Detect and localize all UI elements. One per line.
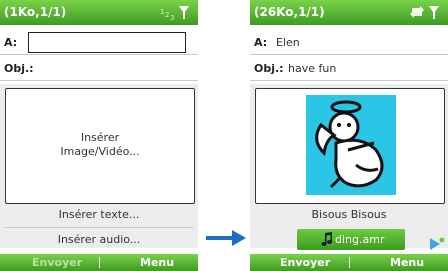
send-softkey[interactable]: Envoyer: [32, 256, 82, 269]
send-softkey[interactable]: Envoyer: [280, 256, 330, 269]
divider: [0, 54, 198, 55]
svg-text:3: 3: [170, 14, 174, 21]
svg-text:1: 1: [160, 8, 164, 16]
message-size-label: (26Ko,1/1): [254, 5, 325, 19]
softkey-bar: Envoyer Menu: [250, 254, 448, 271]
caption-text[interactable]: Bisous Bisous: [250, 208, 448, 221]
insert-media-label-2: Image/Vidéo...: [60, 145, 140, 158]
divider: [250, 80, 448, 81]
audio-filename: ding.amr: [335, 233, 385, 246]
music-note-icon: [321, 232, 333, 247]
next-slide-icon[interactable]: [428, 236, 446, 252]
softkey-divider: [349, 257, 350, 268]
svg-text:2: 2: [165, 11, 169, 19]
connection-icon: [410, 6, 424, 18]
angel-image: [306, 95, 396, 195]
to-field[interactable]: [28, 32, 186, 53]
signal-icon: [429, 6, 439, 19]
divider: [0, 80, 198, 81]
divider: [5, 227, 193, 228]
status-icons: [402, 3, 442, 25]
insert-audio-button[interactable]: Insérer audio...: [0, 233, 198, 246]
compose-screen-empty: (1Ko,1/1) 1 2 3 A: Obj.: Insérer Image/V…: [0, 0, 198, 271]
title-bar: (1Ko,1/1) 1 2 3: [0, 0, 198, 25]
input-mode-icon: 1 2 3: [160, 8, 174, 22]
to-label: A:: [254, 36, 268, 49]
subject-label: Obj.:: [4, 62, 34, 75]
softkey-bar: Envoyer Menu: [0, 254, 198, 271]
status-icons: 1 2 3: [152, 3, 192, 25]
message-size-label: (1Ko,1/1): [4, 5, 67, 19]
to-field[interactable]: Elen: [276, 36, 300, 49]
transition-arrow-icon: [206, 230, 246, 250]
slide-image-box[interactable]: [255, 88, 445, 204]
to-label: A:: [4, 36, 18, 49]
title-bar: (26Ko,1/1): [250, 0, 448, 25]
insert-media-label-1: Insérer: [80, 131, 120, 144]
divider: [250, 54, 448, 55]
subject-label: Obj.:: [254, 62, 284, 75]
softkey-divider: [99, 257, 100, 268]
insert-text-button[interactable]: Insérer texte...: [0, 208, 198, 221]
menu-softkey[interactable]: Menu: [390, 256, 424, 269]
menu-softkey[interactable]: Menu: [140, 256, 174, 269]
insert-media-box[interactable]: Insérer Image/Vidéo...: [5, 88, 195, 204]
subject-field[interactable]: have fun: [288, 62, 336, 75]
signal-icon: [179, 6, 189, 19]
audio-attachment[interactable]: ding.amr: [297, 229, 405, 250]
compose-screen-filled: (26Ko,1/1) A: Elen Obj.: have fun Bisous…: [250, 0, 448, 271]
